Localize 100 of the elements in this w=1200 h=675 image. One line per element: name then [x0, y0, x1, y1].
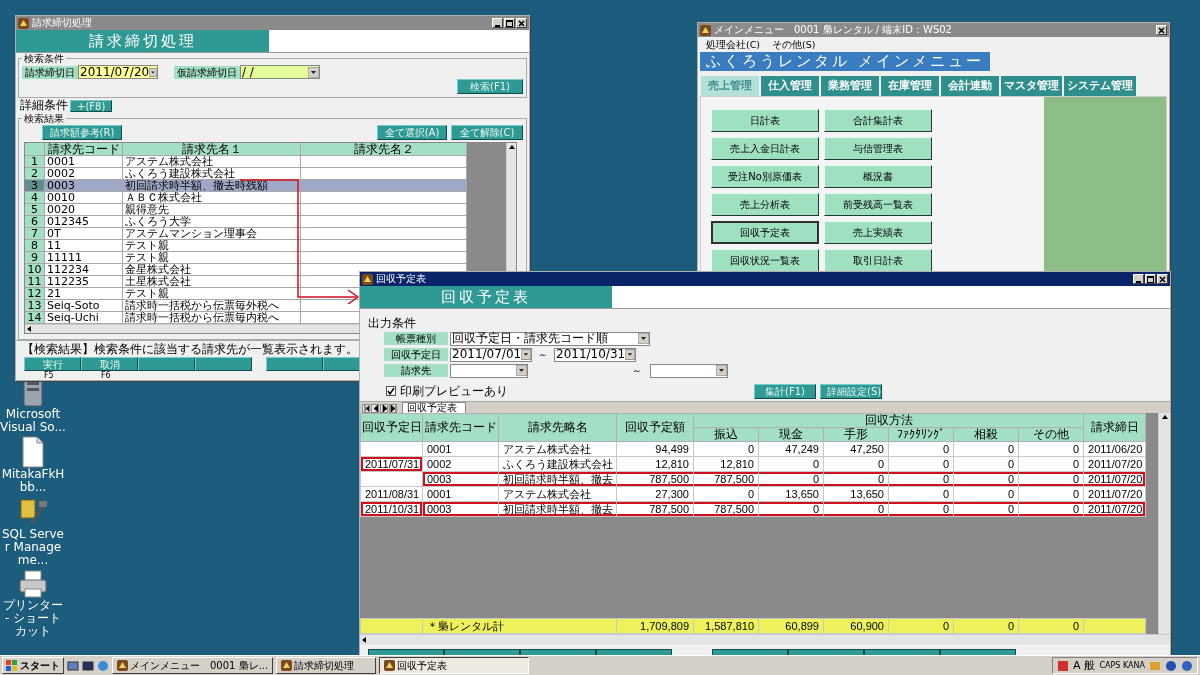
- group-label: 詳細条件: [20, 99, 68, 112]
- column-header: 請求先名２: [301, 143, 467, 156]
- table-cell: 1,709,809: [616, 618, 694, 634]
- window-heading: ふくろうレンタル メインメニュー: [700, 52, 990, 71]
- table-cell: 0T: [45, 228, 123, 240]
- row-number[interactable]: 10: [25, 264, 45, 276]
- table-cell: テスト親: [123, 288, 301, 300]
- table-cell: 親得意先: [123, 204, 301, 216]
- column-header: 請求先略名: [498, 413, 617, 442]
- menu-button[interactable]: 売上分析表: [711, 193, 819, 216]
- desktop-icon-label[interactable]: Microsoft Visual So...: [0, 408, 66, 434]
- menu-button[interactable]: 回収状況一覧表: [711, 249, 819, 272]
- row-number[interactable]: 12: [25, 288, 45, 300]
- tray-text: A: [1072, 659, 1081, 672]
- menu-item[interactable]: 処理会社(C): [706, 39, 761, 50]
- row-number[interactable]: 6: [25, 216, 45, 228]
- row-number[interactable]: 13: [25, 300, 45, 312]
- menu-button[interactable]: 売上実績表: [824, 221, 932, 244]
- table-cell: Seiq-Uchi: [45, 312, 123, 324]
- table-cell: 請求時一括税から伝票毎内税へ: [123, 312, 301, 324]
- menu-tab[interactable]: 在庫管理: [881, 76, 939, 96]
- taskbar-button[interactable]: 回収予定表: [379, 657, 530, 674]
- row-number[interactable]: 1: [25, 156, 45, 168]
- table-cell: 012345: [45, 216, 123, 228]
- table-cell: 0: [888, 618, 954, 634]
- table-cell: 土星株式会社: [123, 276, 301, 288]
- window-title: 請求締切処理: [32, 17, 92, 29]
- table-cell: 金星株式会社: [123, 264, 301, 276]
- desktop-icon-label[interactable]: MitakaFkHbb...: [0, 468, 66, 494]
- table-cell: 112235: [45, 276, 123, 288]
- column-header: 請求締日: [1083, 413, 1146, 442]
- row-number[interactable]: 2: [25, 168, 45, 180]
- window-heading: 回収予定表: [360, 286, 612, 308]
- row-number[interactable]: 8: [25, 240, 45, 252]
- column-header: 回収方法: [693, 413, 1084, 428]
- menu-button[interactable]: 概況書: [824, 165, 932, 188]
- menu-button[interactable]: 売上入金日計表: [711, 137, 819, 160]
- field-label: 請求先: [384, 364, 448, 377]
- table-cell: Seiq-Soto: [45, 300, 123, 312]
- menu-button[interactable]: 日計表: [711, 109, 819, 132]
- checkbox-label: 印刷プレビューあり: [400, 384, 508, 398]
- table-cell: 0: [953, 618, 1019, 634]
- menu-button[interactable]: 前受残高一覧表: [824, 193, 932, 216]
- table-cell: 初回請求時半額、撤去時残額: [123, 180, 301, 192]
- table-cell: 1,587,810: [693, 618, 759, 634]
- table-cell: 60,900: [823, 618, 889, 634]
- menu-button[interactable]: 与信管理表: [824, 137, 932, 160]
- date-field[interactable]: 2011/10/31: [554, 347, 636, 362]
- menu-tab[interactable]: システム管理: [1064, 76, 1136, 96]
- column-header: 回収予定額: [616, 413, 694, 442]
- desktop-icon-label[interactable]: SQL Server Manageme...: [0, 528, 66, 567]
- field-label: 仮請求締切日: [174, 65, 240, 79]
- taskbar-button[interactable]: メインメニュー 0001 梟レ...: [112, 657, 274, 674]
- table-cell: アステムマンション理事会: [123, 228, 301, 240]
- table-cell: 請求時一括税から伝票毎外税へ: [123, 300, 301, 312]
- menu-item[interactable]: その他(S): [772, 39, 816, 50]
- table-cell: 0020: [45, 204, 123, 216]
- date-field[interactable]: / /: [240, 65, 320, 79]
- table-cell: 11: [45, 240, 123, 252]
- menu-tab[interactable]: 仕入管理: [761, 76, 819, 96]
- menu-tab[interactable]: マスタ管理: [1001, 76, 1062, 96]
- column-header: 請求先コード: [45, 143, 123, 156]
- group-label: 検索条件: [23, 53, 65, 64]
- table-cell: テスト親: [123, 252, 301, 264]
- taskbar-button[interactable]: 請求締切処理: [276, 657, 377, 674]
- menu-button[interactable]: 合計集計表: [824, 109, 932, 132]
- field-label: 請求締切日: [22, 65, 78, 79]
- row-number[interactable]: 14: [25, 312, 45, 324]
- range-separator: ～: [631, 363, 643, 378]
- menu-button[interactable]: 取引日計表: [824, 249, 932, 272]
- menu-button[interactable]: 受注No別原価表: [711, 165, 819, 188]
- table-cell: 0010: [45, 192, 123, 204]
- column-header: 請求先名１: [123, 143, 301, 156]
- window-title: 回収予定表: [376, 273, 426, 285]
- row-number[interactable]: 7: [25, 228, 45, 240]
- table-cell: 0: [1018, 618, 1084, 634]
- start-button[interactable]: スタート: [2, 657, 64, 674]
- row-number[interactable]: 11: [25, 276, 45, 288]
- table-cell: 11111: [45, 252, 123, 264]
- row-number[interactable]: 3: [25, 180, 45, 192]
- date-field[interactable]: 2011/07/01: [450, 347, 532, 362]
- row-number[interactable]: 5: [25, 204, 45, 216]
- desktop-icon-label[interactable]: プリンター - ショートカット: [0, 599, 66, 638]
- group-label: 出力条件: [368, 317, 417, 330]
- table-cell: 0003: [45, 180, 123, 192]
- select-field[interactable]: 回収予定日・請求先コード順: [450, 331, 650, 346]
- field-label: 回収予定日: [384, 348, 448, 361]
- tray-text: CAPS KANA: [1099, 659, 1145, 672]
- table-cell: 112234: [45, 264, 123, 276]
- row-number[interactable]: 4: [25, 192, 45, 204]
- column-header: 回収予定日: [360, 413, 423, 442]
- field-label: 帳票種別: [384, 332, 448, 345]
- menu-tab[interactable]: 会計連動: [941, 76, 999, 96]
- menu-tab[interactable]: 業務管理: [821, 76, 879, 96]
- group-label: 検索結果: [23, 113, 65, 124]
- row-number[interactable]: 9: [25, 252, 45, 264]
- table-cell: ＡＢＣ株式会社: [123, 192, 301, 204]
- date-field[interactable]: 2011/07/20: [78, 65, 158, 79]
- menu-button[interactable]: 回収予定表: [711, 221, 819, 244]
- window-heading: 請求締切処理: [16, 30, 269, 52]
